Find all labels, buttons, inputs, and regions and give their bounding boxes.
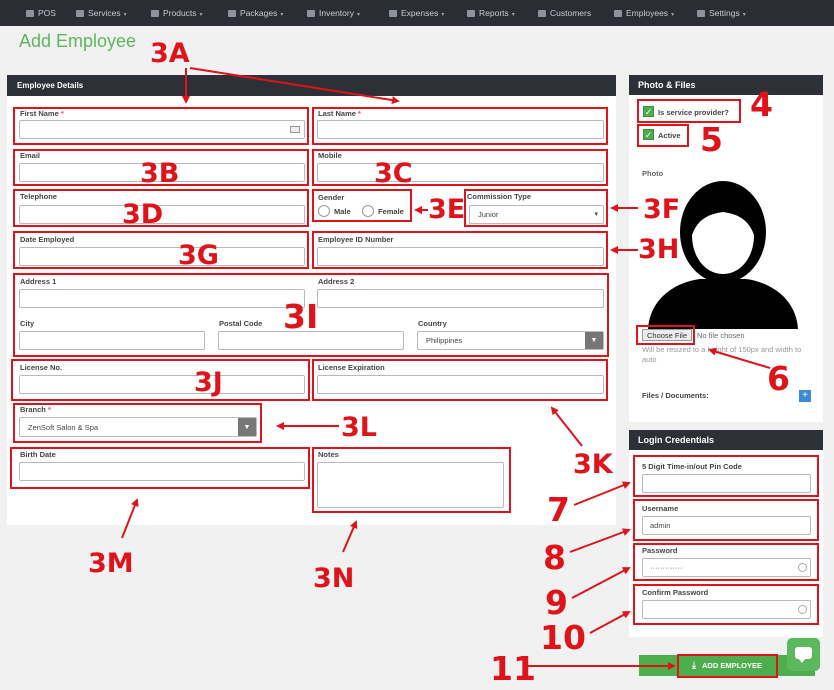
- annotation-label-3b: 3B: [140, 158, 180, 189]
- chevron-down-icon: ▾: [671, 12, 675, 18]
- chevron-down-icon: ▾: [123, 12, 127, 18]
- annotation-label-3m: 3M: [88, 548, 134, 579]
- employee-icon: [614, 10, 622, 17]
- annotation-box-password: [633, 543, 819, 581]
- tag-icon: [228, 10, 236, 17]
- inventory-icon: [307, 10, 315, 17]
- login-credentials-header: Login Credentials: [629, 430, 823, 450]
- nav-label: Employees: [626, 8, 669, 18]
- arrow-10: [589, 611, 631, 634]
- annotation-label-3a: 3A: [150, 38, 190, 69]
- employee-details-header: Employee Details: [7, 75, 616, 96]
- annotation-box-first-name: [13, 107, 309, 145]
- nav-label: Reports: [479, 8, 509, 18]
- annotation-box-last-name: [312, 107, 608, 145]
- nav-label: POS: [38, 8, 56, 18]
- top-navigation: POS Services ▾ Products ▾ Packages ▾ Invent…: [0, 0, 834, 26]
- chat-button[interactable]: [787, 638, 820, 671]
- annotation-box-gender: [312, 189, 412, 222]
- add-file-plus-icon[interactable]: +: [799, 390, 811, 402]
- no-file-chosen-text: No file chosen: [697, 331, 745, 340]
- annotation-label-3h: 3H: [638, 234, 680, 265]
- annotation-box-username: [633, 499, 819, 541]
- nav-inventory[interactable]: Inventory ▾: [307, 0, 360, 26]
- annotation-label-3k: 3K: [573, 449, 613, 480]
- nav-label: Expenses: [401, 8, 439, 18]
- nav-label: Packages: [240, 8, 278, 18]
- gear-icon: [697, 10, 705, 17]
- annotation-box-choose-file: [636, 325, 695, 345]
- annotation-label-3j: 3J: [194, 367, 223, 398]
- annotation-box-license-no: [11, 359, 310, 401]
- annotation-label-3i: 3I: [283, 297, 319, 336]
- annotation-label-10: 10: [540, 618, 586, 657]
- photo-label: Photo: [642, 169, 664, 178]
- chevron-down-icon: ▾: [441, 12, 445, 18]
- pos-icon: [26, 10, 34, 17]
- nav-customers[interactable]: Customers: [538, 0, 591, 26]
- chevron-down-icon: ▾: [280, 12, 284, 18]
- annotation-label-3n: 3N: [313, 563, 355, 594]
- chevron-down-icon: ▾: [511, 12, 515, 18]
- photo-files-header: Photo & Files: [629, 75, 823, 95]
- arrow-8: [569, 528, 631, 553]
- annotation-label-5: 5: [700, 120, 723, 159]
- resize-note: Will be resized to a height of 150px and…: [642, 345, 802, 364]
- annotation-label-3e: 3E: [428, 194, 466, 225]
- services-icon: [76, 10, 84, 17]
- annotation-label-4: 4: [750, 85, 773, 124]
- annotation-box-add-employee: [677, 654, 778, 678]
- annotation-box-branch: [13, 403, 262, 443]
- annotation-label-3l: 3L: [341, 412, 377, 443]
- annotation-box-service-provider: [637, 99, 741, 123]
- nav-settings[interactable]: Settings ▾: [697, 0, 746, 26]
- annotation-box-commission: [464, 189, 608, 227]
- annotation-box-employee-id: [312, 231, 608, 269]
- annotation-box-mobile: [312, 149, 608, 186]
- nav-label: Customers: [550, 8, 592, 18]
- annotation-box-notes: [312, 447, 511, 513]
- nav-products[interactable]: Products ▾: [151, 0, 203, 26]
- users-icon: [538, 10, 546, 17]
- annotation-label-11: 11: [490, 649, 536, 688]
- bar-chart-icon: [467, 10, 475, 17]
- annotation-label-3g: 3G: [178, 240, 219, 271]
- files-documents-label: Files / Documents:: [642, 391, 709, 400]
- arrow-3n: [342, 520, 358, 553]
- chevron-down-icon: ▾: [199, 12, 203, 18]
- annotation-box-pin: [633, 455, 819, 497]
- annotation-label-3c: 3C: [374, 158, 413, 189]
- annotation-label-7: 7: [547, 490, 570, 529]
- annotation-label-9: 9: [545, 583, 568, 622]
- expenses-icon: [389, 10, 397, 17]
- nav-employees[interactable]: Employees ▾: [614, 0, 674, 26]
- chat-bubble-tail: [798, 658, 806, 663]
- page-title: Add Employee: [19, 31, 137, 51]
- nav-expenses[interactable]: Expenses ▾: [389, 0, 444, 26]
- annotation-label-6: 6: [767, 359, 790, 398]
- nav-packages[interactable]: Packages ▾: [228, 0, 283, 26]
- annotation-box-date-employed: [13, 231, 309, 269]
- annotation-label-8: 8: [543, 538, 566, 577]
- arrow-9: [571, 567, 631, 599]
- annotation-box-active: [637, 124, 689, 147]
- nav-pos[interactable]: POS: [26, 0, 56, 26]
- nav-label: Settings: [709, 8, 740, 18]
- annotation-box-confirm-password: [633, 584, 819, 625]
- nav-services[interactable]: Services ▾: [76, 0, 127, 26]
- annotation-label-3d: 3D: [122, 199, 164, 230]
- chevron-down-icon: ▾: [742, 12, 746, 18]
- annotation-box-license-expiration: [312, 359, 608, 401]
- nav-label: Products: [163, 8, 197, 18]
- chevron-down-icon: ▾: [356, 12, 360, 18]
- annotation-label-3f: 3F: [643, 194, 681, 225]
- cart-icon: [151, 10, 159, 17]
- nav-reports[interactable]: Reports ▾: [467, 0, 515, 26]
- nav-label: Services: [88, 8, 121, 18]
- annotation-box-birth-date: [10, 447, 310, 489]
- nav-label: Inventory: [319, 8, 354, 18]
